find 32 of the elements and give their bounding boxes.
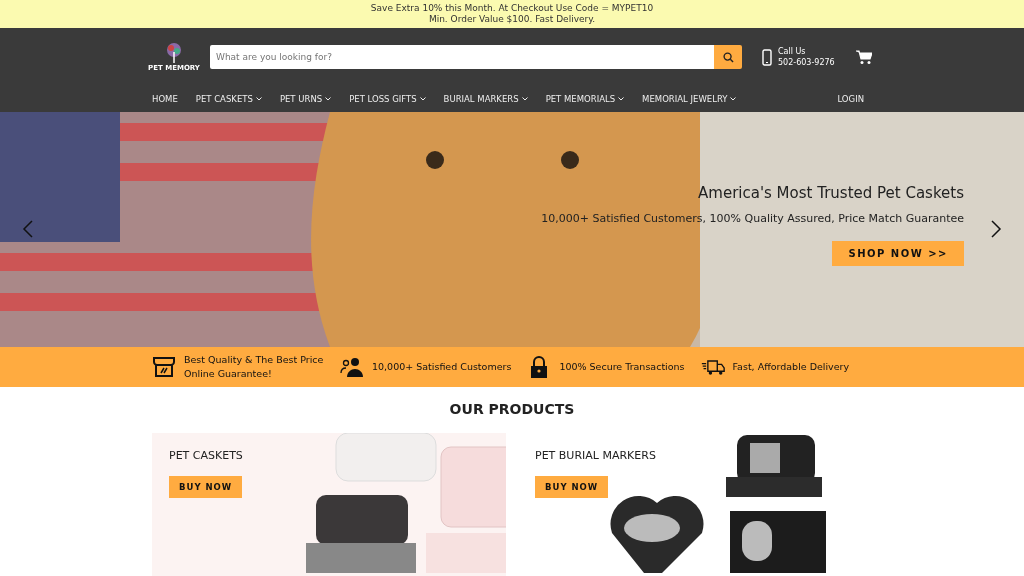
search-icon [722,51,734,63]
promo-text: Save Extra 10% this Month. At Checkout Use Code = MYPET10 [370,3,654,14]
promo-text: Min. Order Value $100. Fast Delivery. [428,14,596,25]
nav-link[interactable]: PET CASKETS [195,94,262,104]
nav-link[interactable]: HOME [152,94,178,104]
nav-link[interactable]: MEMORIAL JEWELRY [642,94,737,104]
buy-now-button[interactable]: BUY NOW [169,476,243,498]
search-button[interactable] [714,45,742,69]
product-title: PET CASKETS [169,449,243,462]
product-title: PET BURIAL MARKERS [535,449,656,462]
shop-now-button[interactable]: SHOP NOW >> [832,241,964,266]
section-title: OUR PRODUCTS [448,401,576,417]
people-icon [340,355,364,379]
chevron-right-icon[interactable] [990,220,1002,238]
storefront-icon [152,355,176,379]
cart-icon[interactable] [856,49,872,65]
call-us-label: Call Us [778,46,807,57]
nav-link[interactable]: PET MEMORIALS [545,94,625,104]
nav-link[interactable]: PET LOSS GIFTS [349,94,426,104]
chevron-left-icon[interactable] [22,220,34,238]
product-card[interactable]: PET BURIAL MARKERS BUY NOW [518,433,872,576]
phone-number[interactable]: 502-603-9276 [778,57,835,68]
feature-text: Fast, Affordable Delivery [732,360,850,374]
nav-link[interactable]: PET URNS [279,94,332,104]
product-card[interactable]: PET CASKETS BUY NOW [152,433,506,576]
buy-now-button[interactable]: BUY NOW [535,476,609,498]
feature-text: 100% Secure Transactions [559,360,685,374]
nav-link[interactable]: BURIAL MARKERS [443,94,528,104]
feature-text: 10,000+ Satisfied Customers [372,360,512,374]
feature-text: Best Quality & The Best Price Online Guarantee! [184,353,324,381]
phone-icon [762,48,772,66]
login-link[interactable]: LOGIN [837,94,864,104]
